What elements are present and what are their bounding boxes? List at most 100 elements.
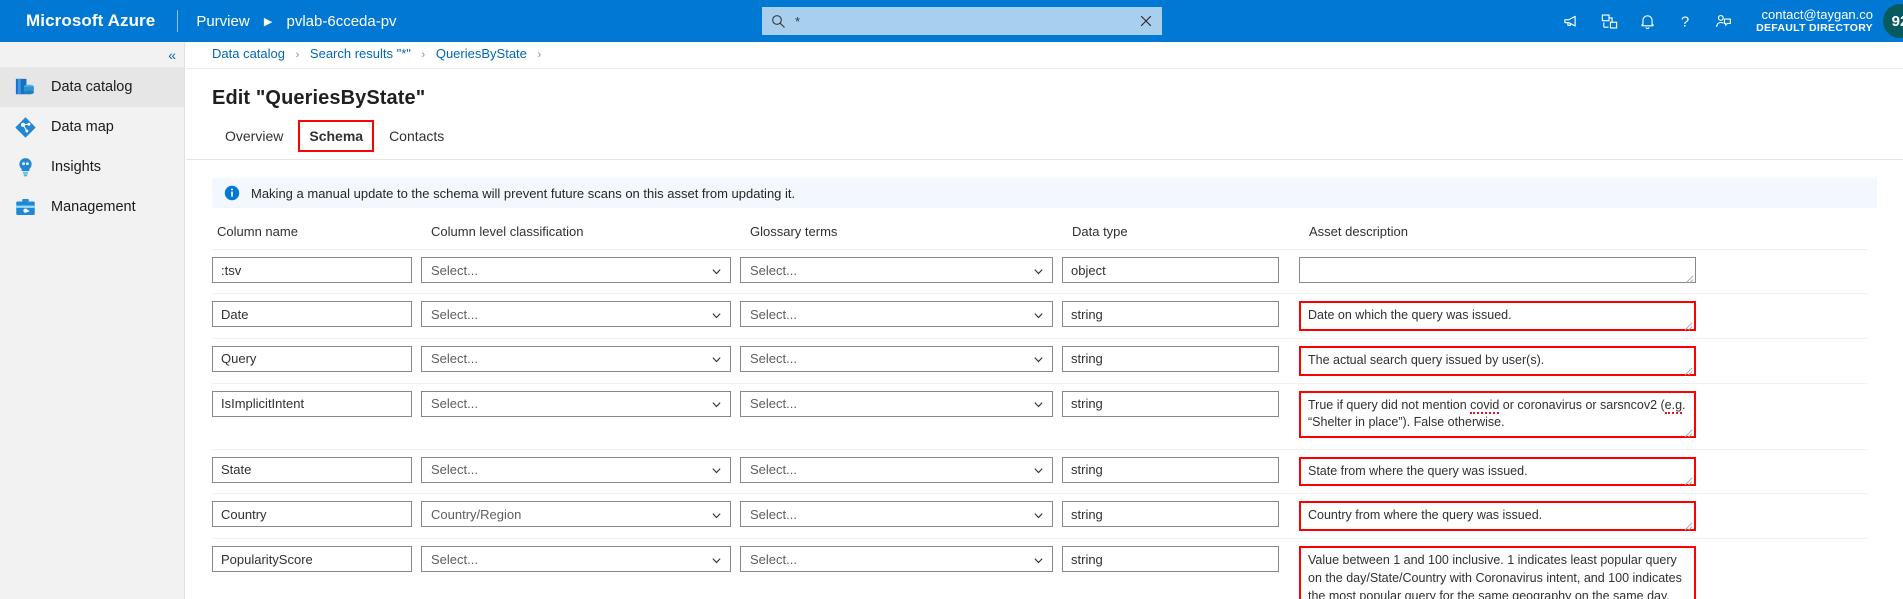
resize-grip-icon[interactable]	[1685, 272, 1694, 284]
top-breadcrumb-service[interactable]: Purview	[196, 13, 249, 30]
chevron-down-icon	[1033, 309, 1044, 320]
sidebar-item-data-map[interactable]: Data map	[0, 107, 184, 147]
classification-dropdown[interactable]: Select...	[421, 546, 731, 572]
table-row: Date Select... Select... string Date on …	[212, 294, 1867, 339]
resize-grip-icon[interactable]	[1684, 319, 1693, 331]
data-type-input[interactable]: string	[1062, 501, 1279, 528]
glossary-dropdown[interactable]: Select...	[740, 301, 1053, 327]
classification-dropdown[interactable]: Select...	[421, 257, 731, 283]
classification-dropdown[interactable]: Select...	[421, 456, 731, 483]
chevron-right-icon: ▶	[263, 15, 273, 28]
glossary-dropdown[interactable]: Select...	[740, 456, 1053, 483]
sidebar-item-management[interactable]: Management	[0, 187, 184, 227]
glossary-dropdown[interactable]: Select...	[740, 345, 1053, 372]
classification-dropdown[interactable]: Select...	[421, 345, 731, 372]
global-search-input[interactable]: *	[795, 15, 1139, 28]
tab-contacts[interactable]: Contacts	[376, 126, 457, 155]
sidebar-item-data-catalog[interactable]: Data catalog	[0, 67, 184, 107]
glossary-dropdown[interactable]: Select...	[740, 257, 1053, 283]
account-email: contact@taygan.co	[1761, 7, 1873, 23]
sidebar-item-insights[interactable]: Insights	[0, 147, 184, 187]
glossary-dropdown[interactable]: Select...	[740, 390, 1053, 417]
breadcrumb-item-0[interactable]: Data catalog	[212, 46, 285, 61]
data-type-input[interactable]: string	[1062, 456, 1279, 483]
left-sidebar: « Data catalog Data map Insights Managem…	[0, 42, 185, 599]
svg-text:?: ?	[1681, 13, 1689, 30]
glossary-value: Select...	[750, 506, 797, 522]
asset-description-textarea[interactable]: State from where the query was issued.	[1299, 456, 1696, 487]
notifications-icon[interactable]	[1628, 0, 1666, 42]
grid-header-glossary-terms: Glossary terms	[750, 224, 838, 239]
asset-description-textarea[interactable]: Country from where the query was issued.	[1299, 501, 1696, 531]
column-name-input[interactable]: :tsv	[212, 257, 412, 283]
tab-schema[interactable]: Schema	[296, 120, 376, 155]
asset-description-textarea[interactable]: Value between 1 and 100 inclusive. 1 ind…	[1299, 546, 1696, 599]
column-name-input[interactable]: State	[212, 456, 412, 483]
data-type-input[interactable]: object	[1062, 257, 1279, 283]
grid-header-row: Column name Column level classification …	[212, 224, 1867, 250]
chevron-right-icon: ›	[537, 49, 542, 61]
column-name-input[interactable]: PopularityScore	[212, 546, 412, 572]
column-name-input[interactable]: Query	[212, 345, 412, 372]
global-search-box[interactable]: *	[762, 7, 1162, 35]
classification-dropdown[interactable]: Select...	[421, 301, 731, 327]
resize-grip-icon[interactable]	[1684, 426, 1693, 438]
chevron-down-icon	[1033, 464, 1044, 475]
top-breadcrumb-account[interactable]: pvlab-6cceda-pv	[287, 13, 397, 30]
sidebar-item-label: Data map	[51, 119, 114, 135]
column-name-input[interactable]: Date	[212, 301, 412, 327]
table-row: PopularityScore Select... Select... stri…	[212, 539, 1867, 599]
data-catalog-icon	[12, 74, 38, 100]
glossary-dropdown[interactable]: Select...	[740, 501, 1053, 528]
sidebar-item-label: Data catalog	[51, 79, 133, 95]
resize-grip-icon[interactable]	[1684, 519, 1693, 531]
grid-header-column-name: Column name	[217, 224, 298, 239]
glossary-value: Select...	[750, 462, 797, 477]
data-type-input[interactable]: string	[1062, 390, 1279, 417]
breadcrumb-item-2[interactable]: QueriesByState	[436, 46, 527, 61]
data-type-input[interactable]: string	[1062, 301, 1279, 327]
help-icon[interactable]: ?	[1666, 0, 1704, 42]
main-content: Data catalog › Search results "*" › Quer…	[186, 42, 1903, 599]
data-type-input[interactable]: string	[1062, 345, 1279, 372]
classification-dropdown[interactable]: Select...	[421, 390, 731, 417]
breadcrumb: Data catalog › Search results "*" › Quer…	[186, 42, 1903, 69]
breadcrumb-item-1[interactable]: Search results "*"	[310, 46, 411, 61]
resize-grip-icon[interactable]	[1684, 474, 1693, 486]
top-breadcrumb: Purview ▶ pvlab-6cceda-pv	[196, 13, 396, 30]
asset-description-textarea[interactable]: Date on which the query was issued.	[1299, 301, 1696, 331]
asset-description-textarea[interactable]	[1299, 257, 1696, 284]
account-directory: DEFAULT DIRECTORY	[1756, 22, 1873, 35]
avatar[interactable]: 92	[1883, 4, 1903, 38]
feedback-icon[interactable]	[1704, 0, 1742, 42]
data-type-input[interactable]: string	[1062, 546, 1279, 572]
sidebar-collapse-button[interactable]: «	[0, 42, 184, 67]
chevron-double-left-icon: «	[168, 46, 176, 63]
megaphone-icon[interactable]	[1552, 0, 1590, 42]
account-info[interactable]: contact@taygan.co DEFAULT DIRECTORY	[1756, 7, 1873, 35]
table-row: State Select... Select... string State f…	[212, 450, 1867, 495]
asset-description-textarea[interactable]: The actual search query issued by user(s…	[1299, 345, 1696, 376]
insights-icon	[12, 154, 38, 180]
cloud-shell-icon[interactable]	[1590, 0, 1628, 42]
chevron-down-icon	[1033, 509, 1044, 520]
tab-list: Overview Schema Contacts	[186, 120, 1903, 160]
grid-header-asset-description: Asset description	[1309, 224, 1408, 239]
glossary-dropdown[interactable]: Select...	[740, 546, 1053, 572]
tab-overview[interactable]: Overview	[212, 126, 296, 155]
glossary-value: Select...	[750, 306, 797, 322]
asset-description-textarea[interactable]: True if query did not mention covid or c…	[1299, 390, 1696, 438]
chevron-down-icon	[711, 398, 722, 409]
column-name-input[interactable]: IsImplicitIntent	[212, 390, 412, 417]
glossary-value: Select...	[750, 262, 797, 278]
column-name-input[interactable]: Country	[212, 501, 412, 528]
azure-brand[interactable]: Microsoft Azure	[0, 11, 155, 31]
classification-dropdown[interactable]: Country/Region	[421, 501, 731, 528]
resize-grip-icon[interactable]	[1684, 364, 1693, 375]
chevron-down-icon	[1033, 398, 1044, 409]
close-icon[interactable]	[1139, 14, 1153, 28]
classification-value: Select...	[431, 396, 478, 411]
chevron-down-icon	[1033, 353, 1044, 364]
chevron-down-icon	[711, 309, 722, 320]
classification-value: Select...	[431, 462, 478, 477]
